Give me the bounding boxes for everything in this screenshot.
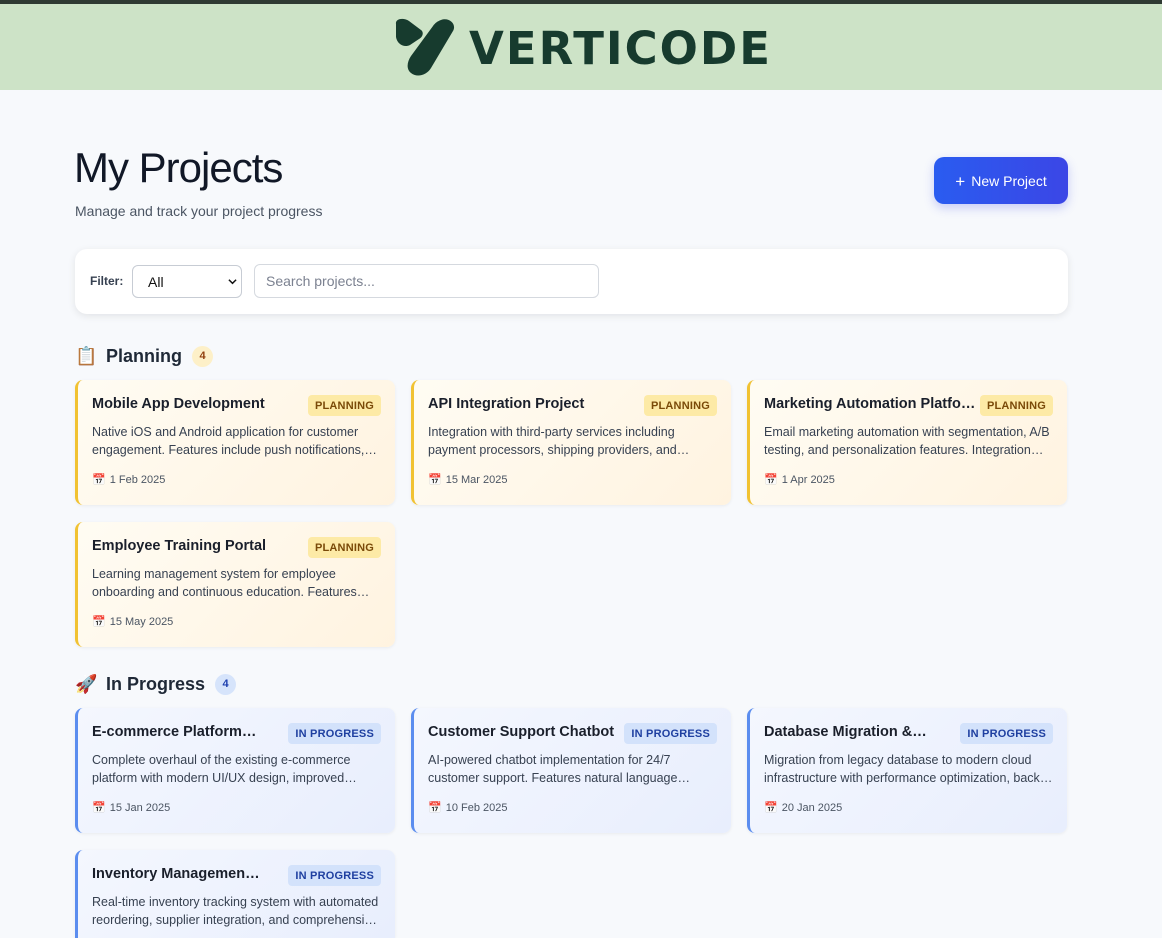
status-filter-select[interactable]: All <box>132 265 242 298</box>
status-badge: IN PROGRESS <box>960 723 1053 744</box>
project-description: Real-time inventory tracking system with… <box>92 895 379 927</box>
status-badge: PLANNING <box>307 537 381 558</box>
project-description: Native iOS and Android application for c… <box>92 425 365 457</box>
status-badge: PLANNING <box>979 395 1053 416</box>
project-description: Migration from legacy database to modern… <box>764 753 1054 785</box>
project-date-text: 15 May 2025 <box>109 615 174 628</box>
page-subtitle: Manage and track your project progress <box>75 203 323 219</box>
status-badge: IN PROGRESS <box>288 723 381 744</box>
section-header-in-progress: 🚀 In Progress 4 <box>75 672 237 696</box>
project-date-text: 1 Apr 2025 <box>781 473 835 486</box>
section-count-badge: 4 <box>192 345 213 367</box>
project-title: Database Migration & Optimization <box>764 724 929 740</box>
project-title: E-commerce Platform Redesign <box>92 724 260 740</box>
calendar-icon: 📅 <box>92 802 106 814</box>
calendar-icon: 📅 <box>764 802 778 814</box>
project-description: Email marketing automation with segmenta… <box>764 425 1050 457</box>
project-date: 📅 1 Feb 2025 <box>92 473 166 487</box>
project-title: Employee Training Portal <box>92 538 267 554</box>
project-card[interactable]: Customer Support Chatbot IN PROGRESS AI-… <box>411 708 731 833</box>
verticode-logo[interactable]: VERTICODE <box>393 18 770 78</box>
calendar-icon: 📅 <box>92 616 106 628</box>
project-description: Complete overhaul of the existing e-comm… <box>92 753 351 785</box>
project-title: API Integration Project <box>428 396 585 412</box>
project-title: Marketing Automation Platform <box>764 396 979 412</box>
search-input[interactable] <box>254 264 599 298</box>
calendar-icon: 📅 <box>92 474 106 486</box>
filter-label: Filter: <box>90 274 124 288</box>
project-card[interactable]: Inventory Management System IN PROGRESS … <box>75 850 395 938</box>
status-badge: PLANNING <box>307 395 381 416</box>
plus-icon: + <box>955 171 966 191</box>
new-project-label: New Project <box>971 172 1047 189</box>
page-title: My Projects <box>74 144 283 191</box>
status-badge: IN PROGRESS <box>288 865 381 886</box>
new-project-button[interactable]: + New Project <box>934 157 1068 204</box>
project-date-text: 15 Jan 2025 <box>109 801 171 814</box>
chevron-down-icon <box>228 279 237 285</box>
project-card[interactable]: API Integration Project PLANNING Integra… <box>411 380 731 505</box>
project-date-text: 1 Feb 2025 <box>109 473 166 486</box>
project-description: Integration with third-party services in… <box>428 425 677 457</box>
project-date-text: 15 Mar 2025 <box>445 473 508 486</box>
project-card[interactable]: Employee Training Portal PLANNING Learni… <box>75 522 395 647</box>
project-date: 📅 15 May 2025 <box>92 615 174 629</box>
project-description: AI-powered chatbot implementation for 24… <box>428 753 678 785</box>
filter-bar: Filter: All <box>75 249 1068 314</box>
project-description: Learning management system for employee … <box>92 567 357 599</box>
project-date-text: 10 Feb 2025 <box>445 801 508 814</box>
project-date: 📅 10 Feb 2025 <box>428 801 508 815</box>
filter-selected-value: All <box>148 273 164 290</box>
project-title: Customer Support Chatbot <box>428 724 615 740</box>
project-date: 📅 15 Mar 2025 <box>428 473 508 487</box>
clipboard-icon: 📋 <box>75 346 98 366</box>
project-card[interactable]: Database Migration & Optimization IN PRO… <box>747 708 1067 833</box>
status-badge: IN PROGRESS <box>624 723 717 744</box>
project-title: Mobile App Development <box>92 396 265 412</box>
app-header: VERTICODE <box>0 4 1162 90</box>
section-title: In Progress <box>106 673 206 694</box>
calendar-icon: 📅 <box>428 474 442 486</box>
project-card[interactable]: Marketing Automation Platform PLANNING E… <box>747 380 1067 505</box>
rocket-icon: 🚀 <box>75 674 98 694</box>
section-title: Planning <box>106 345 182 366</box>
section-count-badge: 4 <box>215 673 237 695</box>
project-card[interactable]: E-commerce Platform Redesign IN PROGRESS… <box>75 708 395 833</box>
project-date: 📅 20 Jan 2025 <box>764 801 843 815</box>
project-date: 📅 1 Apr 2025 <box>764 473 835 487</box>
project-date-text: 20 Jan 2025 <box>781 801 843 814</box>
brand-name: VERTICODE <box>469 22 773 75</box>
project-card[interactable]: Mobile App Development PLANNING Native i… <box>75 380 395 505</box>
logo-mark-icon <box>395 18 455 76</box>
section-header-planning: 📋 Planning 4 <box>75 344 213 368</box>
project-date: 📅 15 Jan 2025 <box>92 801 171 815</box>
calendar-icon: 📅 <box>764 474 778 486</box>
calendar-icon: 📅 <box>428 802 442 814</box>
status-badge: PLANNING <box>643 395 717 416</box>
project-title: Inventory Management System <box>92 866 262 882</box>
